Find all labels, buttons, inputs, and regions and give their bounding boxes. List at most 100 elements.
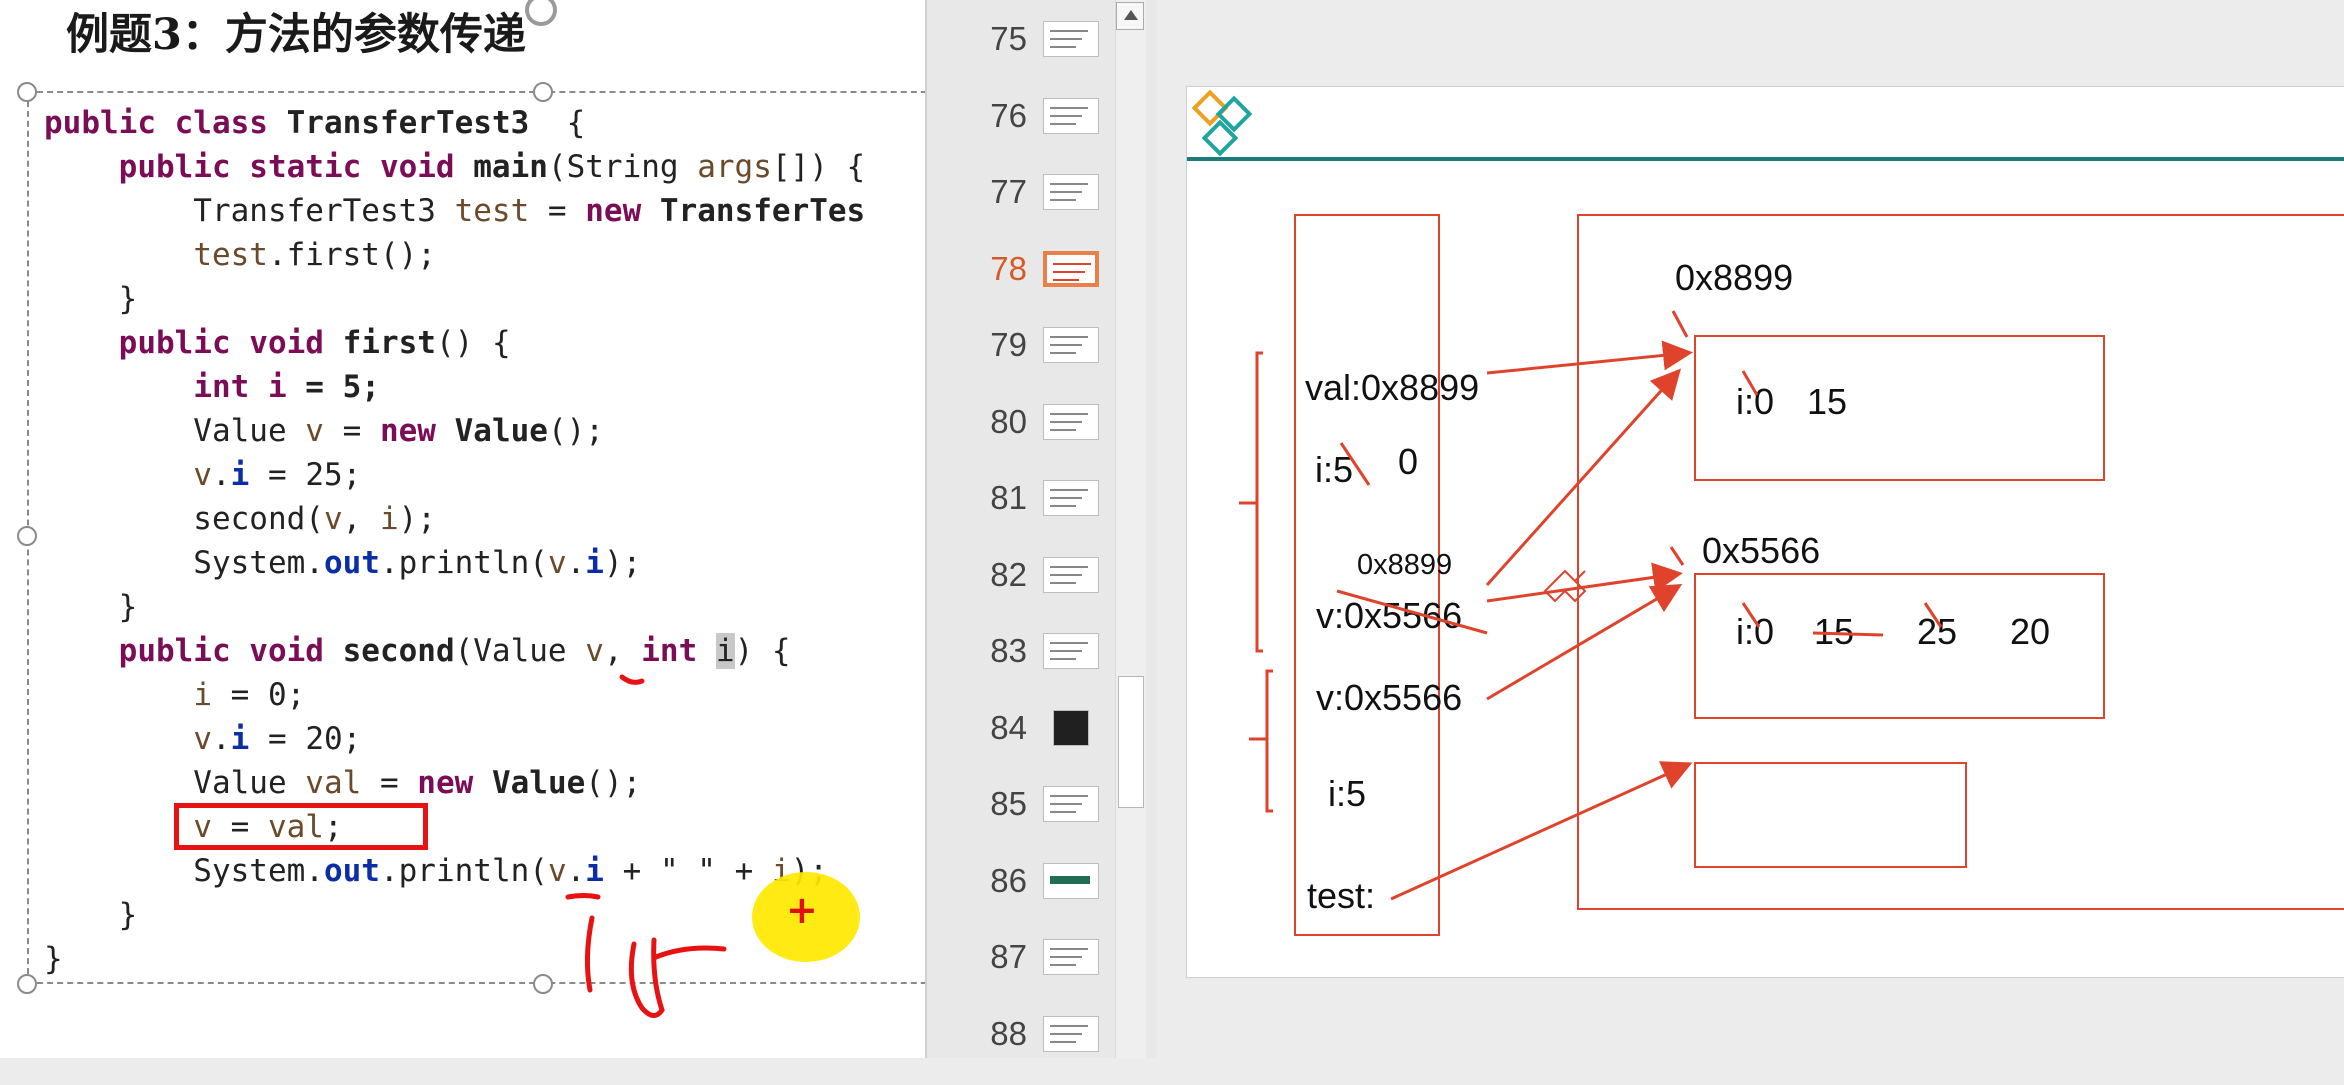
slide-thumbnail[interactable]: 79 [927,320,1127,396]
slide-thumbnail[interactable]: 75 [927,14,1127,90]
code-line: v.i = 20; [44,717,865,761]
slide-preview[interactable] [1043,403,1099,440]
code-token: } [44,941,63,977]
slide-number: 79 [990,326,1027,363]
slide-number: 78 [990,249,1027,287]
rotate-handle[interactable] [525,0,557,26]
slide-number: 80 [990,402,1027,440]
code-token: System. [44,853,324,889]
slide-preview[interactable] [1043,786,1099,822]
slide-preview[interactable] [1043,556,1099,593]
code-token: first [342,325,436,361]
slide-thumbnail[interactable]: 77 [927,167,1127,243]
slide-preview[interactable] [1043,633,1099,669]
code-token: public void [118,633,343,669]
code-token: val [305,765,362,801]
slide-thumbnail[interactable]: 88 [927,1009,1127,1085]
slide-number: 75 [990,20,1027,57]
code-token: ) { [734,633,791,669]
code-token: new [585,193,660,229]
code-token: + " " + [603,853,772,889]
resize-handle[interactable] [17,974,37,994]
slide-thumbnail[interactable]: 87 [927,932,1127,1008]
code-line: i = 0; [44,673,865,717]
code-token: (); [547,413,604,449]
slide-number: 77 [990,173,1027,210]
slide-number: 87 [990,938,1027,975]
slide-thumbnail[interactable]: 80 [927,397,1127,473]
code-token: test [193,237,268,273]
code-token: v [585,633,604,669]
thumbnail-scrollbar[interactable] [1115,0,1146,1058]
slide-number: 83 [990,632,1027,669]
code-line: test.first(); [44,233,865,277]
code-line: Value val = new Value(); [44,761,865,805]
code-token: []) { [771,149,866,185]
slide-preview[interactable] [1043,1015,1099,1052]
slide-preview[interactable] [1043,862,1099,899]
resize-handle[interactable] [17,82,37,102]
code-token: .println( [379,853,548,889]
slide-preview[interactable] [1043,97,1099,134]
code-line: public static void main(String args[]) { [44,145,866,189]
scrollbar-thumb[interactable] [1118,676,1144,808]
resize-handle[interactable] [533,82,553,102]
code-token: . [566,545,586,581]
code-token: TransferTest3 [286,105,530,141]
code-block[interactable]: public class TransferTest3 { public stat… [44,101,865,981]
code-token: { [529,105,586,141]
code-line: int i = 5; [44,365,865,409]
code-token: v [193,721,212,757]
code-token: main [473,149,548,185]
code-token: int i [193,369,287,405]
code-token: = [361,765,418,801]
highlight-box [174,803,428,850]
code-token: v [193,457,212,493]
slide-canvas[interactable]: 0x8899 0x5566 i:0 15 i:0 15 25 20 val:0x… [1186,86,2344,978]
code-token: i [230,457,250,493]
code-token: i [585,853,604,889]
slide-thumbnail[interactable]: 84 [927,703,1127,779]
slide-preview[interactable] [1043,21,1099,57]
resize-handle[interactable] [17,526,37,546]
code-token: i [585,545,604,581]
slide-thumbnail[interactable]: 81 [927,473,1127,549]
slide-preview[interactable] [1043,174,1099,210]
slide-thumbnail[interactable]: 85 [927,779,1127,855]
code-token: i [379,501,399,537]
slide-thumbnail[interactable]: 82 [927,550,1127,626]
code-line: } [44,585,865,629]
slide-thumbnail[interactable]: 86 [927,856,1127,932]
slide-preview[interactable] [1043,939,1099,975]
code-token: (String [547,149,698,185]
code-token: i [230,721,250,757]
slide-preview[interactable] [1043,480,1099,516]
code-token: TransferTes [659,193,866,229]
code-token: Value [454,413,548,449]
scroll-up-icon[interactable] [1116,2,1144,30]
slide-thumbnail[interactable]: 78 [927,244,1127,320]
code-token: test [454,193,530,229]
code-line: second(v, i); [44,497,865,541]
slide-thumbnail[interactable]: 76 [927,91,1127,167]
code-token: . [211,721,231,757]
code-token: .first(); [267,237,436,273]
slide-preview[interactable] [1043,250,1099,287]
code-token: new [417,765,492,801]
code-token: = 20; [249,721,362,757]
code-token: ); [603,545,642,581]
code-line: Value v = new Value(); [44,409,865,453]
slide-thumbnail[interactable]: 83 [927,626,1127,702]
code-token: } [44,897,138,933]
slide-thumbnail-panel[interactable]: 75 76 77 78 79 80 81 82 83 84 85 86 87 88 [925,0,1157,1058]
code-token: } [44,589,138,625]
slide-preview[interactable] [1053,709,1089,746]
code-line: public class TransferTest3 { [44,101,865,145]
code-token: } [44,281,138,317]
slide-preview[interactable] [1043,327,1099,363]
code-token: second [342,633,455,669]
